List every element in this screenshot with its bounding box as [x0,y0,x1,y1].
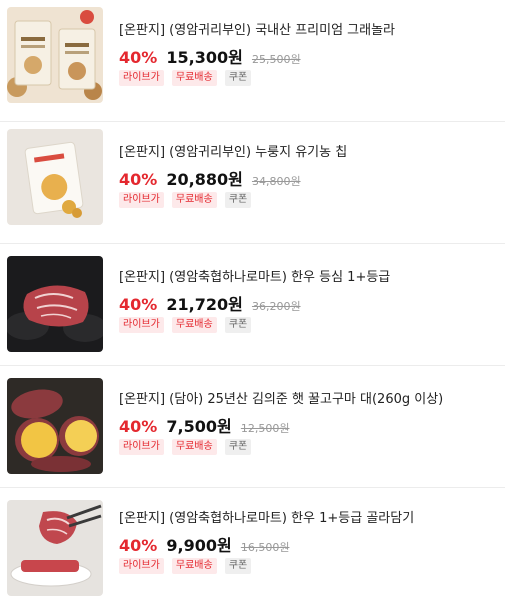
price-row: 40% 7,500원 12,500원 [119,413,499,436]
tag-list: 라이브가 무료배송 쿠폰 [119,558,499,576]
product-title[interactable]: [온판지] (영암귀리부인) 누룽지 유기농 칩 [119,144,499,162]
product-title[interactable]: [온판지] (영암축협하나로마트) 한우 등심 1+등급 [119,269,499,287]
tag-coupon: 쿠폰 [224,558,252,574]
product-info: [온판지] (영암축협하나로마트) 한우 등심 1+등급 40% 21,720원… [119,269,499,335]
product-item[interactable]: [온판지] (영암귀리부인) 국내산 프리미엄 그래놀라 40% 15,300원… [0,0,505,122]
price-row: 40% 20,880원 34,800원 [119,166,499,189]
tag-list: 라이브가 무료배송 쿠폰 [119,70,499,88]
sale-price: 9,900원 [166,536,232,555]
product-info: [온판지] (영암귀리부인) 누룽지 유기농 칩 40% 20,880원 34,… [119,144,499,210]
original-price: 16,500원 [240,541,290,554]
tag-free-shipping: 무료배송 [171,70,217,86]
tag-coupon: 쿠폰 [224,192,252,208]
tag-coupon: 쿠폰 [224,70,252,86]
tag-list: 라이브가 무료배송 쿠폰 [119,317,499,335]
product-info: [온판지] (영암귀리부인) 국내산 프리미엄 그래놀라 40% 15,300원… [119,22,499,88]
product-item[interactable]: [온판지] (영암축협하나로마트) 한우 등심 1+등급 40% 21,720원… [0,244,505,366]
nurungji-chip-pack-icon[interactable] [7,129,103,225]
product-title[interactable]: [온판지] (영암축협하나로마트) 한우 1+등급 골라담기 [119,510,499,528]
tag-coupon: 쿠폰 [224,317,252,333]
tag-live-price: 라이브가 [119,192,164,208]
discount-rate: 40% [119,417,158,436]
tag-list: 라이브가 무료배송 쿠폰 [119,192,499,210]
tag-coupon: 쿠폰 [224,439,252,455]
original-price: 25,500원 [251,53,301,66]
sale-price: 7,500원 [166,417,232,436]
product-item[interactable]: [온판지] (담아) 25년산 김의준 햇 꿀고구마 대(260g 이상) 40… [0,366,505,488]
product-title[interactable]: [온판지] (영암귀리부인) 국내산 프리미엄 그래놀라 [119,22,499,40]
tag-free-shipping: 무료배송 [171,192,217,208]
tag-free-shipping: 무료배송 [171,439,217,455]
beef-sirloin-icon[interactable] [7,256,103,352]
tag-live-price: 라이브가 [119,558,164,574]
product-info: [온판지] (영암축협하나로마트) 한우 1+등급 골라담기 40% 9,900… [119,510,499,576]
sale-price: 21,720원 [166,295,243,314]
sweet-potato-icon[interactable] [7,378,103,474]
original-price: 12,500원 [240,422,290,435]
discount-rate: 40% [119,536,158,555]
price-row: 40% 9,900원 16,500원 [119,532,499,555]
tag-free-shipping: 무료배송 [171,317,217,333]
price-row: 40% 15,300원 25,500원 [119,44,499,67]
product-list: [온판지] (영암귀리부인) 국내산 프리미엄 그래놀라 40% 15,300원… [0,0,505,610]
tag-list: 라이브가 무료배송 쿠폰 [119,439,499,457]
tag-free-shipping: 무료배송 [171,558,217,574]
tag-live-price: 라이브가 [119,70,164,86]
discount-rate: 40% [119,295,158,314]
sale-price: 20,880원 [166,170,243,189]
beef-plate-icon[interactable] [7,500,103,596]
original-price: 34,800원 [251,175,301,188]
sale-price: 15,300원 [166,48,243,67]
product-info: [온판지] (담아) 25년산 김의준 햇 꿀고구마 대(260g 이상) 40… [119,391,499,457]
discount-rate: 40% [119,170,158,189]
discount-rate: 40% [119,48,158,67]
tag-live-price: 라이브가 [119,439,164,455]
granola-package-icon[interactable] [7,7,103,103]
original-price: 36,200원 [251,300,301,313]
product-item[interactable]: [온판지] (영암귀리부인) 누룽지 유기농 칩 40% 20,880원 34,… [0,122,505,244]
tag-live-price: 라이브가 [119,317,164,333]
product-title[interactable]: [온판지] (담아) 25년산 김의준 햇 꿀고구마 대(260g 이상) [119,391,499,409]
product-item[interactable]: [온판지] (영암축협하나로마트) 한우 1+등급 골라담기 40% 9,900… [0,488,505,610]
price-row: 40% 21,720원 36,200원 [119,291,499,314]
